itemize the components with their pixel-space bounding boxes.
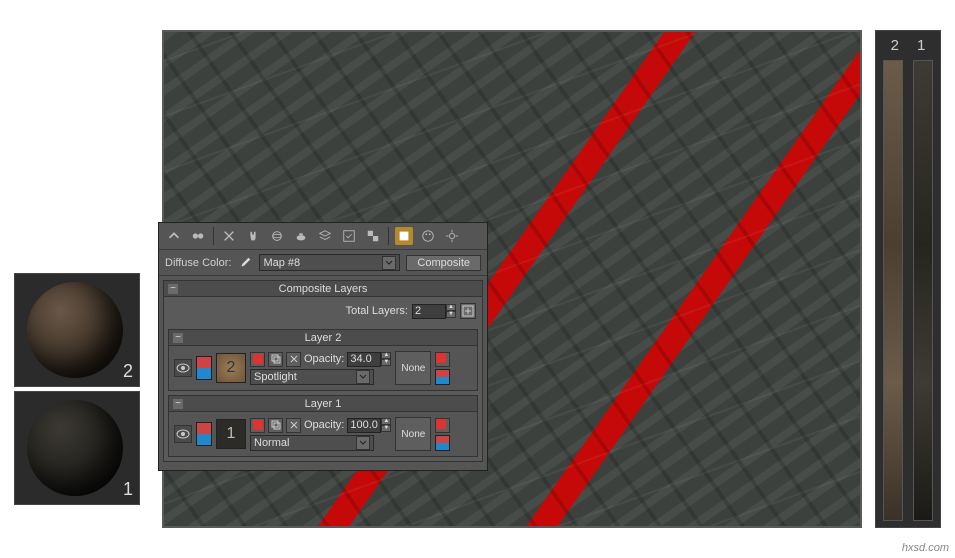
add-layer-button[interactable] bbox=[460, 303, 476, 319]
spinner-up-icon[interactable]: ▲ bbox=[381, 352, 391, 359]
spinner-down-icon[interactable]: ▼ bbox=[381, 425, 391, 432]
palette-icon[interactable] bbox=[419, 227, 437, 245]
collapse-icon[interactable]: − bbox=[168, 284, 178, 294]
texture-strip-2[interactable] bbox=[883, 60, 903, 521]
material-preview-column: 2 1 bbox=[14, 273, 142, 509]
mask-slot-button[interactable]: None bbox=[395, 417, 431, 451]
blend-mode-value: Spotlight bbox=[254, 371, 356, 383]
separator bbox=[213, 227, 214, 245]
teapot-icon[interactable] bbox=[292, 227, 310, 245]
layer-2-block: − Layer 2 2 Opacity: bbox=[168, 329, 478, 391]
opacity-label: Opacity: bbox=[304, 353, 344, 365]
total-layers-label: Total Layers: bbox=[346, 305, 408, 317]
watermark: hxsd.com bbox=[902, 542, 949, 554]
preview-label: 2 bbox=[123, 361, 133, 382]
opacity-spinner[interactable]: ▲▼ bbox=[347, 352, 391, 367]
collapse-icon[interactable]: − bbox=[173, 333, 183, 343]
opacity-input[interactable] bbox=[347, 352, 381, 367]
spinner-up-icon[interactable]: ▲ bbox=[381, 418, 391, 425]
map-type-button[interactable]: Composite bbox=[406, 255, 481, 271]
color-swatch[interactable] bbox=[196, 356, 212, 380]
layer-header[interactable]: − Layer 1 bbox=[169, 396, 477, 412]
check-square-icon[interactable] bbox=[340, 227, 358, 245]
total-layers-spinner[interactable]: ▲▼ bbox=[412, 304, 456, 319]
material-preview-1[interactable]: 1 bbox=[14, 391, 140, 505]
collapse-icon[interactable]: − bbox=[173, 399, 183, 409]
total-layers-row: Total Layers: ▲▼ bbox=[164, 297, 482, 325]
copy-icon[interactable] bbox=[268, 352, 283, 367]
material-preview-2[interactable]: 2 bbox=[14, 273, 140, 387]
strip-labels: 2 1 bbox=[891, 37, 926, 54]
layers-icon[interactable] bbox=[316, 227, 334, 245]
strip-label: 1 bbox=[917, 37, 925, 54]
sphere-preview-icon bbox=[27, 282, 123, 378]
mask-swatch[interactable] bbox=[435, 435, 450, 451]
opacity-label: Opacity: bbox=[304, 419, 344, 431]
map-slot-row: Diffuse Color: Map #8 Composite bbox=[159, 250, 487, 276]
texture-thumb[interactable]: 1 bbox=[216, 419, 246, 449]
texture-strip-1[interactable] bbox=[913, 60, 933, 521]
strip-label: 2 bbox=[891, 37, 899, 54]
total-layers-input[interactable] bbox=[412, 304, 446, 319]
nav-up-icon[interactable] bbox=[165, 227, 183, 245]
nav-side-icon[interactable] bbox=[189, 227, 207, 245]
editor-toolbar bbox=[159, 223, 487, 250]
settings-icon[interactable] bbox=[443, 227, 461, 245]
separator bbox=[388, 227, 389, 245]
blend-mode-value: Normal bbox=[254, 437, 356, 449]
chevron-down-icon[interactable] bbox=[382, 256, 396, 270]
opacity-input[interactable] bbox=[347, 418, 381, 433]
blend-mode-dropdown[interactable]: Spotlight bbox=[250, 369, 374, 385]
mask-color-icon[interactable] bbox=[435, 352, 450, 367]
composite-layers-rollout: − Composite Layers Total Layers: ▲▼ − La… bbox=[163, 280, 483, 462]
opacity-spinner[interactable]: ▲▼ bbox=[347, 418, 391, 433]
mask-color-icon[interactable] bbox=[435, 418, 450, 433]
sphere-preview-icon bbox=[27, 400, 123, 496]
map-name-value: Map #8 bbox=[263, 257, 382, 269]
map-name-dropdown[interactable]: Map #8 bbox=[259, 254, 400, 271]
rollout-header[interactable]: − Composite Layers bbox=[164, 281, 482, 297]
copy-icon[interactable] bbox=[268, 418, 283, 433]
visibility-toggle[interactable] bbox=[174, 359, 192, 377]
cut-icon[interactable] bbox=[220, 227, 238, 245]
layer-header[interactable]: − Layer 2 bbox=[169, 330, 477, 346]
preview-label: 1 bbox=[123, 479, 133, 500]
hand-icon[interactable] bbox=[244, 227, 262, 245]
mask-slot-button[interactable]: None bbox=[395, 351, 431, 385]
spinner-down-icon[interactable]: ▼ bbox=[446, 311, 456, 318]
chevron-down-icon[interactable] bbox=[356, 436, 370, 450]
layer-1-block: − Layer 1 1 Opacity: bbox=[168, 395, 478, 457]
mask-swatch[interactable] bbox=[435, 369, 450, 385]
color-swatch[interactable] bbox=[196, 422, 212, 446]
delete-icon[interactable] bbox=[286, 352, 301, 367]
texture-thumb[interactable]: 2 bbox=[216, 353, 246, 383]
chevron-down-icon[interactable] bbox=[356, 370, 370, 384]
spinner-down-icon[interactable]: ▼ bbox=[381, 359, 391, 366]
eyedropper-icon[interactable] bbox=[237, 255, 253, 271]
rollouts-area: − Composite Layers Total Layers: ▲▼ − La… bbox=[159, 276, 487, 470]
material-editor-panel: Diffuse Color: Map #8 Composite − Compos… bbox=[158, 222, 488, 471]
blend-mode-dropdown[interactable]: Normal bbox=[250, 435, 374, 451]
texture-strip-column: 2 1 bbox=[875, 30, 941, 528]
param-label: Diffuse Color: bbox=[165, 257, 231, 269]
show-map-icon[interactable] bbox=[395, 227, 413, 245]
visibility-toggle[interactable] bbox=[174, 425, 192, 443]
spinner-up-icon[interactable]: ▲ bbox=[446, 304, 456, 311]
sphere-icon[interactable] bbox=[268, 227, 286, 245]
rollout-title: Composite Layers bbox=[164, 283, 482, 295]
layer-title: Layer 1 bbox=[169, 398, 477, 410]
delete-icon[interactable] bbox=[286, 418, 301, 433]
color-picker-icon[interactable] bbox=[250, 418, 265, 433]
color-picker-icon[interactable] bbox=[250, 352, 265, 367]
checker-icon[interactable] bbox=[364, 227, 382, 245]
layer-title: Layer 2 bbox=[169, 332, 477, 344]
